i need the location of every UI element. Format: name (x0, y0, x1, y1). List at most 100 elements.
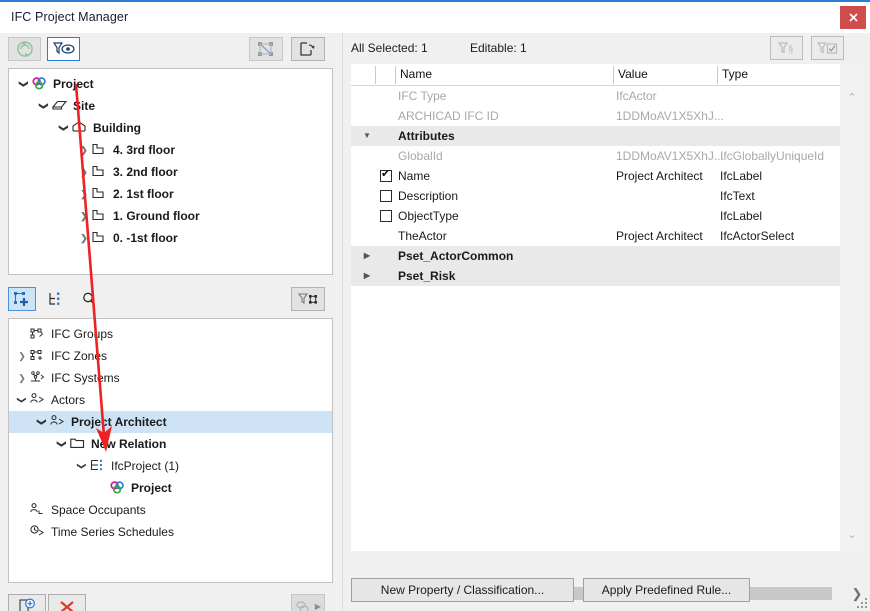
property-group-row[interactable]: ▼ Attributes (351, 126, 840, 146)
tree-item-label: 1. Ground floor (113, 209, 200, 223)
tree-item-label: IFC Zones (51, 349, 108, 363)
tree-item-label: 0. -1st floor (113, 231, 178, 245)
chevron-right-icon[interactable]: ❯ (77, 205, 91, 227)
chevron-down-icon[interactable]: ▼ (361, 126, 373, 146)
chevron-right-icon[interactable]: ❯ (77, 183, 91, 205)
new-group-button[interactable] (8, 287, 36, 311)
relation-options-icon (296, 600, 309, 611)
chevron-right-icon[interactable]: ▶ (361, 266, 373, 286)
tree-item-2-1st-floor[interactable]: ❯ 2. 1st floor (9, 183, 332, 205)
svg-text:§: § (788, 43, 794, 55)
property-checkbox[interactable] (380, 210, 392, 222)
property-row[interactable]: TheActor Project Architect IfcActorSelect (351, 226, 840, 246)
ifc-storey-icon (91, 230, 109, 246)
property-type: IfcActorSelect (720, 229, 795, 243)
new-property-button[interactable]: New Property / Classification... (351, 578, 574, 602)
property-name: ARCHICAD IFC ID (398, 109, 499, 123)
tree-item-ifcproject-1[interactable]: ❯ IfcProject (1) (9, 455, 332, 477)
property-group-row[interactable]: ▶ Pset_Risk (351, 266, 840, 286)
tree-item-space-occupants[interactable]: Space Occupants (9, 499, 332, 521)
property-type: IfcLabel (720, 169, 763, 183)
tree-item-project[interactable]: Project (9, 477, 332, 499)
filter-checkbox-button[interactable] (811, 36, 844, 60)
property-checkbox[interactable] (380, 190, 392, 202)
tree-item-time-series-schedules[interactable]: Time Series Schedules (9, 521, 332, 543)
tree-item-label: IFC Systems (51, 371, 120, 385)
tree-item-new-relation[interactable]: ❯ New Relation (9, 433, 332, 455)
ifc-project-rings-icon (109, 480, 127, 496)
group-filter-button[interactable] (291, 287, 325, 311)
ifc-building-icon (71, 120, 89, 136)
filter-selection-icon (297, 293, 317, 304)
filter-rule-button[interactable]: § (770, 36, 803, 60)
hierarchy-view-button[interactable] (44, 287, 66, 311)
property-name: TheActor (398, 229, 447, 243)
property-row[interactable]: Name Project Architect IfcLabel (351, 166, 840, 186)
properties-grid-body: IFC Type IfcActor ARCHICAD IFC ID 1DDMoAV1X… (351, 86, 840, 286)
tree-item-label: Project Architect (71, 415, 167, 429)
property-checkbox[interactable] (380, 167, 392, 182)
property-name: Description (398, 189, 459, 203)
property-row[interactable]: ARCHICAD IFC ID 1DDMoAV1X5XhJ... (351, 106, 840, 126)
tree-item-label: 2. 1st floor (113, 187, 174, 201)
tree-item-project[interactable]: ❯ Project (9, 73, 332, 95)
property-row[interactable]: ObjectType IfcLabel (351, 206, 840, 226)
ifc-actors-icon (29, 392, 47, 408)
export-selection-button[interactable] (291, 37, 325, 61)
property-value[interactable]: Project Architect (616, 226, 703, 246)
apply-predefined-rule-button[interactable]: Apply Predefined Rule... (583, 578, 750, 602)
tree-item-label: IFC Groups (51, 327, 114, 341)
tree-item-ifc-systems[interactable]: ❯ IFC Systems (9, 367, 332, 389)
property-row[interactable]: Description IfcText (351, 186, 840, 206)
refresh-button[interactable] (8, 37, 41, 61)
tree-item-project-architect[interactable]: ❯ Project Architect (9, 411, 332, 433)
column-header-value[interactable]: Value (618, 67, 648, 81)
column-header-type[interactable]: Type (722, 67, 748, 81)
properties-header: All Selected: 1 Editable: 1 § (345, 33, 870, 64)
chevron-right-icon[interactable]: ❯ (15, 345, 29, 367)
search-button[interactable] (78, 287, 100, 311)
tree-item-4-3rd-floor[interactable]: ❯ 4. 3rd floor (9, 139, 332, 161)
tree-item-ifc-groups[interactable]: IFC Groups (9, 323, 332, 345)
tree-item-label: New Relation (91, 437, 167, 451)
scroll-down-icon[interactable]: ⌄ (846, 529, 858, 541)
property-row[interactable]: IFC Type IfcActor (351, 86, 840, 106)
tree-item-actors[interactable]: ❯ Actors (9, 389, 332, 411)
column-header-name[interactable]: Name (400, 67, 432, 81)
tree-item-building[interactable]: ❯ Building (9, 117, 332, 139)
property-value[interactable]: 1DDMoAV1X5XhJ... (616, 106, 724, 126)
filter-paragraph-icon: § (777, 42, 794, 55)
tree-item-1-ground-floor[interactable]: ❯ 1. Ground floor (9, 205, 332, 227)
properties-vertical-scrollbar[interactable]: ⌃ ⌄ (840, 64, 864, 551)
tree-item-site[interactable]: ❯ Site (9, 95, 332, 117)
property-group-row[interactable]: ▶ Pset_ActorCommon (351, 246, 840, 266)
search-icon (83, 292, 96, 306)
selection-button[interactable] (249, 37, 283, 61)
tree-item-0-1st-floor[interactable]: ❯ 0. -1st floor (9, 227, 332, 249)
scroll-up-icon[interactable]: ⌃ (846, 92, 858, 104)
property-value[interactable]: Project Architect (616, 166, 703, 186)
tree-item-ifc-zones[interactable]: ❯ IFC Zones (9, 345, 332, 367)
ifc-project-rings-icon (31, 76, 49, 92)
chevron-right-icon[interactable]: ▶ (361, 246, 373, 266)
resize-grip[interactable] (857, 598, 867, 608)
property-value[interactable]: 1DDMoAV1X5XhJ... (616, 146, 724, 166)
chevron-right-icon[interactable]: ❯ (15, 367, 29, 389)
chevron-right-icon[interactable]: ❯ (77, 161, 91, 183)
ifc-zones-icon (29, 348, 47, 364)
tree-item-3-2nd-floor[interactable]: ❯ 3. 2nd floor (9, 161, 332, 183)
chevron-right-icon[interactable]: ❯ (77, 227, 91, 249)
new-relation-button[interactable] (8, 594, 46, 611)
hierarchy-list-icon (49, 292, 60, 305)
properties-grid: Name Value Type IFC Type IfcActor ARCHICAD… (351, 64, 840, 551)
close-button[interactable] (840, 6, 866, 29)
delete-button[interactable] (48, 594, 86, 611)
chevron-right-icon[interactable]: ❯ (77, 139, 91, 161)
property-name: IFC Type (398, 89, 447, 103)
property-value[interactable]: IfcActor (616, 86, 657, 106)
property-row[interactable]: GlobalId 1DDMoAV1X5XhJ... IfcGloballyUniqu… (351, 146, 840, 166)
filter-visible-button[interactable] (47, 37, 80, 61)
ifc-site-icon (51, 98, 69, 114)
groups-tree: IFC Groups ❯ IFC Zones ❯ IFC Systems ❯ Actors ❯… (9, 319, 332, 543)
relation-options-button[interactable]: ▶ (291, 594, 325, 611)
